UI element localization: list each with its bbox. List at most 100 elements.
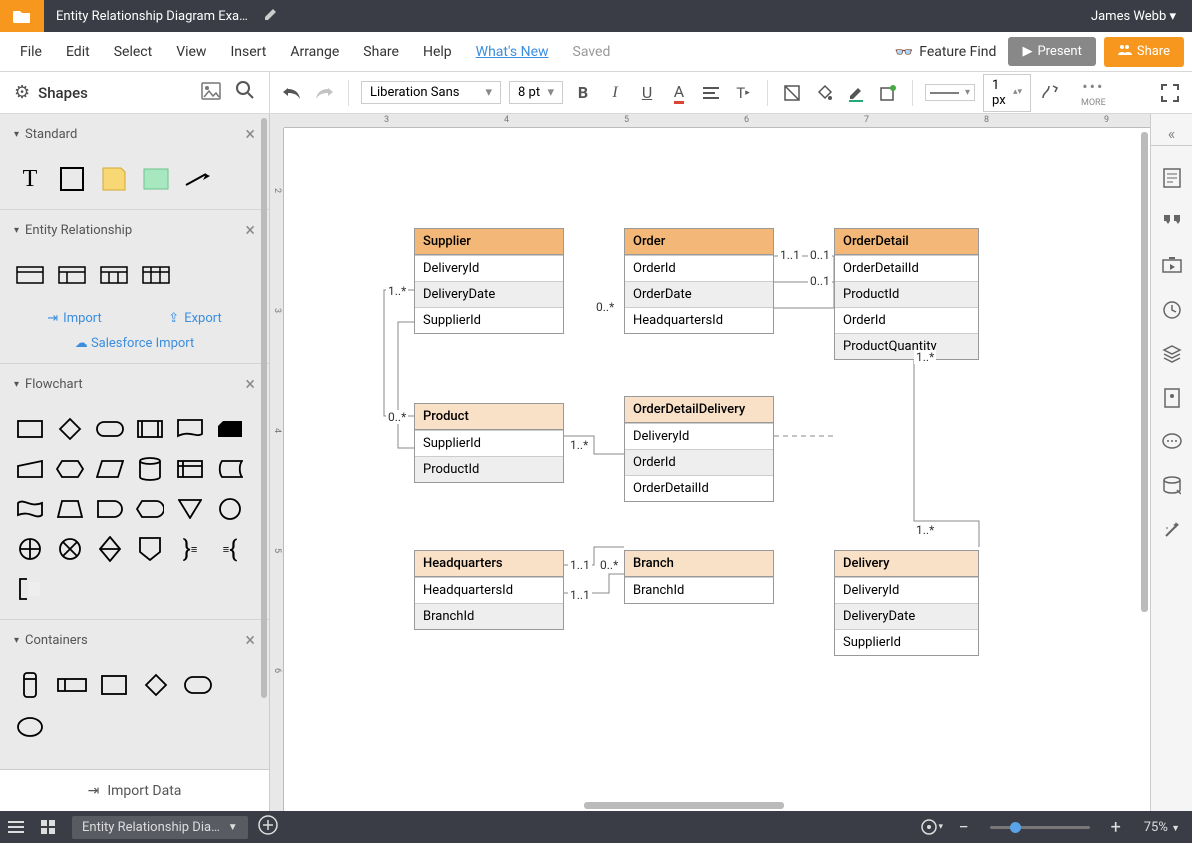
fc-display[interactable] bbox=[134, 493, 166, 525]
fc-stored[interactable] bbox=[214, 453, 246, 485]
text-color-icon[interactable]: A bbox=[667, 81, 691, 105]
fc-delay[interactable] bbox=[94, 493, 126, 525]
cont-5[interactable] bbox=[182, 669, 214, 701]
panel-scrollbar[interactable] bbox=[261, 118, 267, 698]
entity-supplier[interactable]: Supplier DeliveryId DeliveryDate Supplie… bbox=[414, 228, 564, 334]
redo-icon[interactable] bbox=[312, 81, 336, 105]
feature-find[interactable]: 👓 Feature Find bbox=[895, 43, 997, 61]
search-icon[interactable] bbox=[235, 80, 255, 105]
zoom-in-icon[interactable]: + bbox=[1100, 811, 1132, 843]
rail-data-icon[interactable] bbox=[1160, 386, 1184, 410]
user-menu[interactable]: James Webb ▾ bbox=[1075, 9, 1192, 24]
fc-predef[interactable] bbox=[134, 413, 166, 445]
rail-magic-icon[interactable] bbox=[1160, 518, 1184, 542]
fc-diamond[interactable] bbox=[54, 413, 86, 445]
entity-delivery[interactable]: Delivery DeliveryId DeliveryDate Supplie… bbox=[834, 550, 979, 656]
border-color-icon[interactable] bbox=[844, 81, 868, 105]
close-icon[interactable]: × bbox=[245, 124, 255, 145]
grid-view-icon[interactable] bbox=[32, 811, 64, 843]
line-options-icon[interactable] bbox=[1039, 81, 1063, 105]
fc-annotation[interactable] bbox=[14, 573, 46, 605]
fc-hex[interactable] bbox=[54, 453, 86, 485]
fc-cylinder[interactable] bbox=[134, 453, 166, 485]
canvas-scrollbar-h[interactable] bbox=[584, 802, 784, 809]
shape-note[interactable] bbox=[98, 163, 130, 195]
fc-terminator[interactable] bbox=[94, 413, 126, 445]
entity-orderdetail[interactable]: OrderDetail OrderDetailId ProductId Orde… bbox=[834, 228, 979, 360]
fc-sum[interactable] bbox=[54, 533, 86, 565]
fc-sort[interactable] bbox=[94, 533, 126, 565]
undo-icon[interactable] bbox=[280, 81, 304, 105]
fc-merge[interactable] bbox=[174, 493, 206, 525]
fc-manual-input[interactable] bbox=[14, 453, 46, 485]
menu-help[interactable]: Help bbox=[411, 44, 464, 60]
close-icon[interactable]: × bbox=[245, 630, 255, 651]
collapse-icon[interactable]: « bbox=[1151, 122, 1192, 146]
rail-page-icon[interactable] bbox=[1160, 166, 1184, 190]
section-flowchart-header[interactable]: ▾Flowchart × bbox=[0, 364, 269, 405]
pencil-icon[interactable] bbox=[264, 7, 278, 25]
rail-comment-icon[interactable] bbox=[1160, 210, 1184, 234]
cont-4[interactable] bbox=[140, 669, 172, 701]
close-icon[interactable]: × bbox=[245, 220, 255, 241]
shape-fill-icon[interactable] bbox=[780, 81, 804, 105]
list-view-icon[interactable] bbox=[0, 811, 32, 843]
align-icon[interactable] bbox=[699, 81, 723, 105]
fc-offpage[interactable] bbox=[134, 533, 166, 565]
fc-trap[interactable] bbox=[54, 493, 86, 525]
present-button[interactable]: ▶ Present bbox=[1008, 37, 1095, 66]
text-options-icon[interactable]: T▸ bbox=[731, 81, 755, 105]
shape-block[interactable] bbox=[140, 163, 172, 195]
canvas[interactable]: Supplier DeliveryId DeliveryDate Supplie… bbox=[284, 128, 1150, 811]
shape-er-3[interactable] bbox=[98, 259, 130, 291]
fc-card[interactable] bbox=[214, 413, 246, 445]
shape-options-icon[interactable] bbox=[876, 81, 900, 105]
zoom-out-icon[interactable]: − bbox=[948, 811, 980, 843]
menu-share[interactable]: Share bbox=[351, 44, 411, 60]
more-button[interactable]: ••• MORE bbox=[1081, 77, 1106, 108]
underline-icon[interactable]: U bbox=[635, 81, 659, 105]
image-icon[interactable] bbox=[201, 82, 221, 104]
rail-present-icon[interactable] bbox=[1160, 254, 1184, 278]
entity-order[interactable]: Order OrderId OrderDate HeadquartersId bbox=[624, 228, 774, 334]
rail-chat-icon[interactable] bbox=[1160, 430, 1184, 454]
zoom-slider[interactable] bbox=[990, 826, 1090, 829]
fc-tape[interactable] bbox=[14, 493, 46, 525]
fc-brace-close[interactable]: }≡ bbox=[174, 533, 206, 565]
line-style-select[interactable]: ▾ bbox=[925, 84, 975, 101]
rail-history-icon[interactable] bbox=[1160, 298, 1184, 322]
rail-layers-icon[interactable] bbox=[1160, 342, 1184, 366]
import-data-button[interactable]: ⇥ Import Data bbox=[0, 769, 269, 811]
entity-product[interactable]: Product SupplierId ProductId bbox=[414, 403, 564, 483]
target-icon[interactable]: ▾ bbox=[916, 811, 948, 843]
fc-parallel[interactable] bbox=[94, 453, 126, 485]
export-link[interactable]: ⇪Export bbox=[168, 311, 221, 326]
cont-6[interactable] bbox=[14, 711, 46, 743]
fc-rect[interactable] bbox=[14, 413, 46, 445]
import-link[interactable]: ⇥Import bbox=[47, 311, 102, 326]
shape-text[interactable]: T bbox=[14, 163, 46, 195]
gear-icon[interactable]: ⚙ bbox=[14, 82, 30, 103]
cont-2[interactable] bbox=[56, 669, 88, 701]
section-standard-header[interactable]: ▾Standard × bbox=[0, 114, 269, 155]
entity-odd[interactable]: OrderDetailDelivery DeliveryId OrderId O… bbox=[624, 396, 774, 502]
salesforce-import-link[interactable]: ☁ Salesforce Import bbox=[0, 332, 269, 363]
add-page-icon[interactable] bbox=[258, 815, 278, 839]
fill-bucket-icon[interactable] bbox=[812, 81, 836, 105]
cont-1[interactable] bbox=[14, 669, 46, 701]
shape-er-4[interactable] bbox=[140, 259, 172, 291]
font-select[interactable]: Liberation Sans▾ bbox=[361, 81, 501, 104]
entity-hq[interactable]: Headquarters HeadquartersId BranchId bbox=[414, 550, 564, 630]
font-size-select[interactable]: 8 pt▾ bbox=[509, 81, 563, 104]
shape-er-2[interactable] bbox=[56, 259, 88, 291]
section-containers-header[interactable]: ▾Containers × bbox=[0, 620, 269, 661]
fc-internal[interactable] bbox=[174, 453, 206, 485]
close-icon[interactable]: × bbox=[245, 374, 255, 395]
rail-db-icon[interactable] bbox=[1160, 474, 1184, 498]
menu-view[interactable]: View bbox=[164, 44, 218, 60]
menu-whatsnew[interactable]: What's New bbox=[464, 44, 561, 60]
bold-icon[interactable]: B bbox=[571, 81, 595, 105]
menu-insert[interactable]: Insert bbox=[218, 44, 278, 60]
document-title[interactable]: Entity Relationship Diagram Exa… bbox=[44, 9, 260, 24]
fullscreen-icon[interactable] bbox=[1158, 81, 1182, 105]
